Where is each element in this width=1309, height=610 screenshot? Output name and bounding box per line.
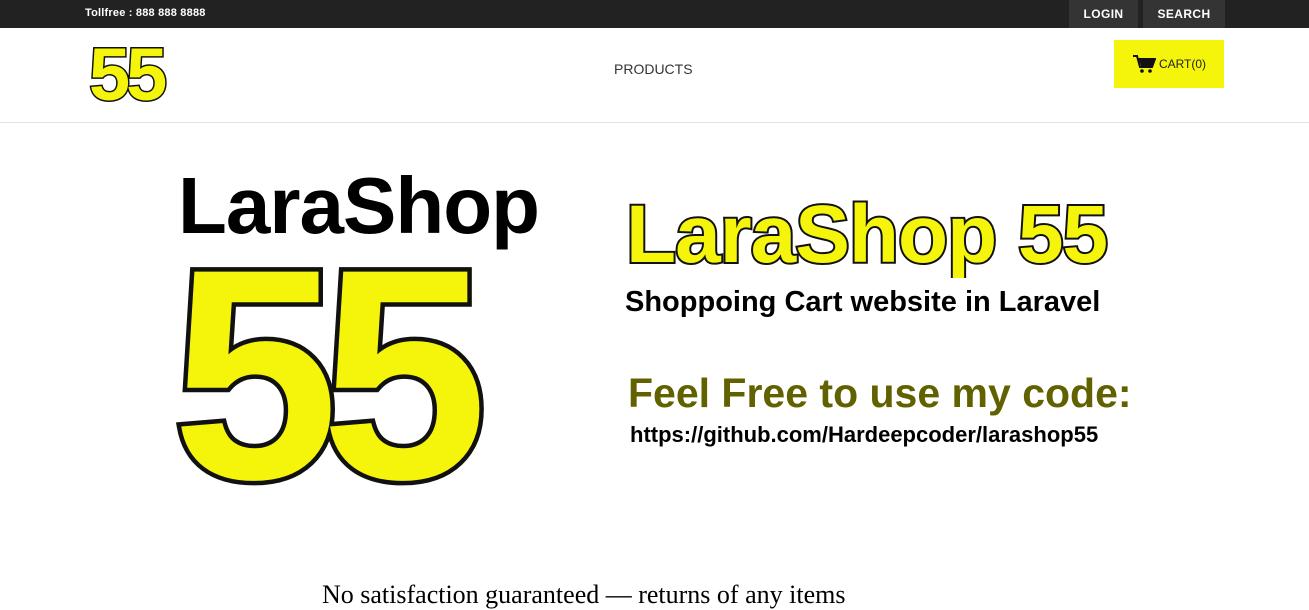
hero-free-text: Feel Free to use my code: [628,370,1132,416]
login-button[interactable]: LOGIN [1069,0,1138,28]
logo[interactable]: 55 [87,36,177,112]
hero-brand-number: 55 [172,230,503,492]
hero-logo: LaraShop 55 [150,160,580,510]
svg-text:55: 55 [172,230,480,492]
tollfree-text: Tollfree : 888 888 8888 [85,7,206,19]
cart-label: CART(0) [1158,57,1207,71]
bottom-text: No satisfaction guaranteed — returns of … [322,580,846,609]
hero-banner: LaraShop 55 LaraShop 55 Shoppoing Cart w… [150,160,1160,520]
logo-text: 55 [89,36,166,112]
top-bar: Tollfree : 888 888 8888 LOGIN SEARCH [0,0,1309,28]
site-header: 55 PRODUCTS CART(0) [0,28,1309,123]
cart-button[interactable]: CART(0) [1114,40,1224,88]
svg-text:LaraShop 55: LaraShop 55 [626,189,1107,278]
search-button[interactable]: SEARCH [1143,0,1225,28]
shopping-cart-icon [1132,55,1156,73]
hero-title: LaraShop 55 [624,187,1110,278]
hero-subtitle: Shoppoing Cart website in Laravel [625,286,1101,318]
nav-products-link[interactable]: PRODUCTS [614,61,693,77]
hero-url: https://github.com/Hardeepcoder/larashop… [630,422,1099,447]
